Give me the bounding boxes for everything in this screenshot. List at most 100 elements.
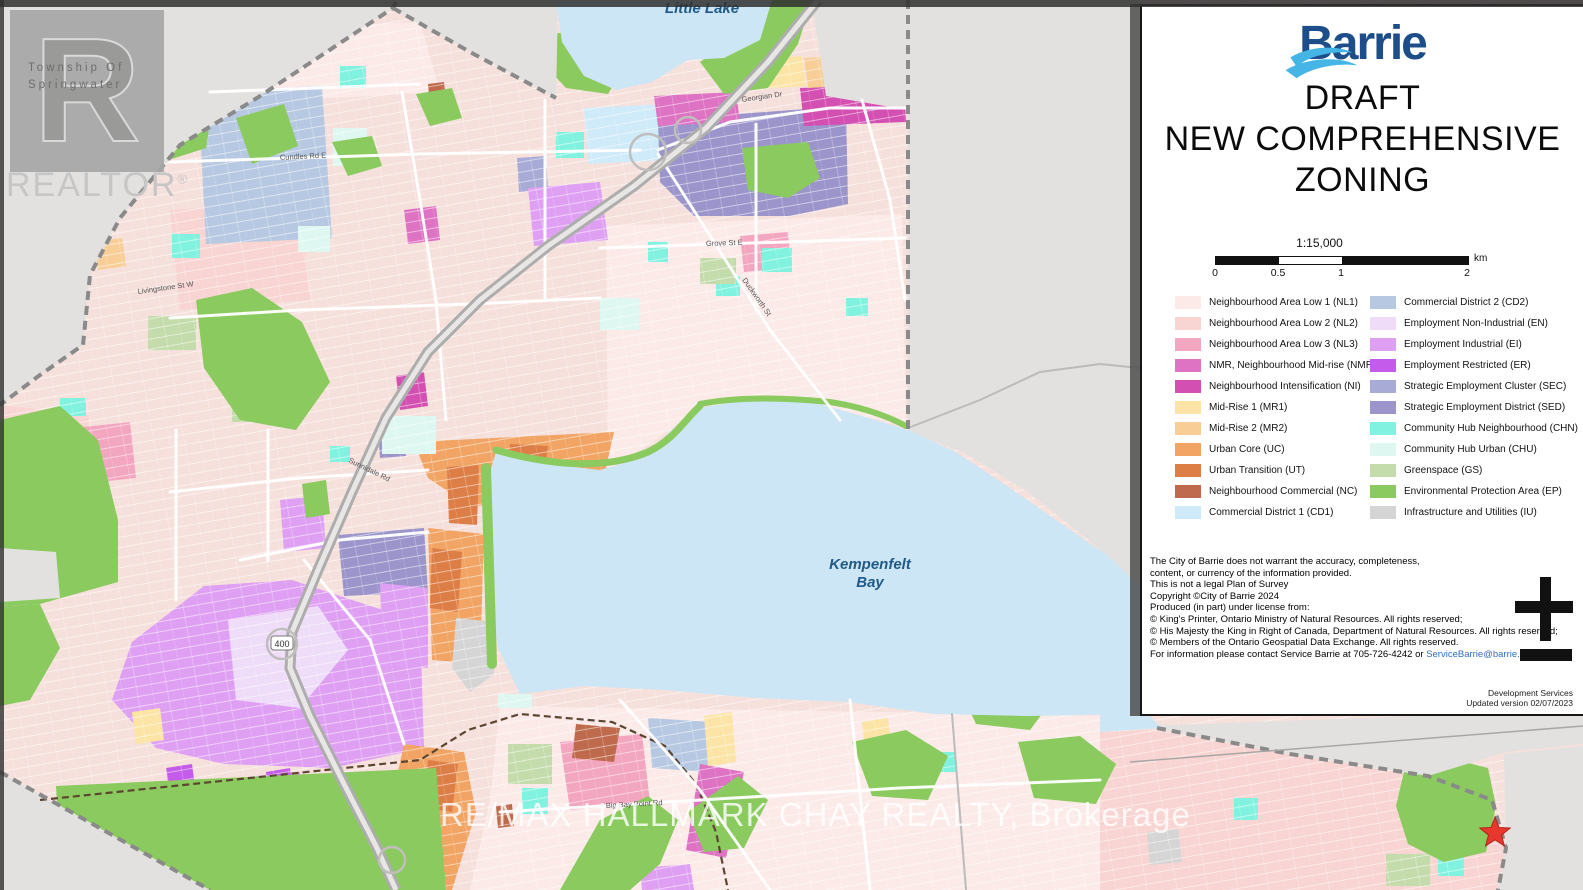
legend-swatch [1175,401,1201,414]
scale-tick: 2 [1464,267,1470,279]
legend-item: Strategic Employment Cluster (SEC) [1370,380,1578,393]
svg-text:400: 400 [274,639,289,649]
map-title-line1: DRAFT [1142,78,1583,119]
credits-line1: Development Services [1466,688,1573,698]
legend-item: Mid-Rise 1 (MR1) [1175,401,1376,414]
disclaimer-block: The City of Barrie does not warrant the … [1150,556,1558,660]
kempenfelt-bay-label-line2: Bay [790,574,950,592]
legend-item: Neighbourhood Area Low 2 (NL2) [1175,317,1376,330]
legend-item: Employment Restricted (ER) [1370,359,1578,372]
legend-swatch [1175,380,1201,393]
legend-label: Commercial District 1 (CD1) [1209,506,1333,519]
legend-swatch [1370,317,1396,330]
legend-swatch [1370,401,1396,414]
legend-label: Employment Industrial (EI) [1404,338,1522,351]
legend-label: NMR, Neighbourhood Mid-rise (NMR) [1209,359,1376,372]
legend-label: Urban Transition (UT) [1209,464,1305,477]
barrie-logo: Barrie [1142,16,1583,71]
legend-label: Greenspace (GS) [1404,464,1482,477]
legend-swatch [1175,422,1201,435]
disclaimer-line: Produced (in part) under license from: [1150,602,1558,614]
legend-label: Neighbourhood Intensification (NI) [1209,380,1361,393]
legend-label: Mid-Rise 1 (MR1) [1209,401,1287,414]
legend-swatch [1175,485,1201,498]
legend-swatch [1370,338,1396,351]
contact-text: For information please contact Service B… [1150,649,1426,660]
legend-item: Community Hub Urban (CHU) [1370,443,1578,456]
legend-label: Neighbourhood Area Low 1 (NL1) [1209,296,1358,309]
barrie-wave-icon [1283,43,1381,83]
disclaimer-line: © His Majesty the King in Right of Canad… [1150,626,1558,638]
legend-swatch [1370,506,1396,519]
disclaimer-lines: The City of Barrie does not warrant the … [1150,556,1558,649]
scale-unit: km [1474,253,1487,264]
legend-label: Employment Non-Industrial (EN) [1404,317,1548,330]
legend-item: Mid-Rise 2 (MR2) [1175,422,1376,435]
legend-panel: Barrie DRAFT NEW COMPREHENSIVE ZONING 1:… [1140,4,1583,716]
legend-label: Mid-Rise 2 (MR2) [1209,422,1287,435]
legend-item: Community Hub Neighbourhood (CHN) [1370,422,1578,435]
legend-swatch [1175,443,1201,456]
north-arrow-symbol [1515,575,1575,663]
legend-item: NMR, Neighbourhood Mid-rise (NMR) [1175,359,1376,372]
legend-column-2: Commercial District 2 (CD2) Employment N… [1370,296,1578,527]
legend-swatch [1175,338,1201,351]
svg-text:Grove St E: Grove St E [706,238,743,248]
legend-swatch [1370,443,1396,456]
legend-item: Commercial District 1 (CD1) [1175,506,1376,519]
legend-label: Strategic Employment District (SED) [1404,401,1565,414]
legend-label: Community Hub Neighbourhood (CHN) [1404,422,1578,435]
legend-item: Employment Industrial (EI) [1370,338,1578,351]
legend-swatch [1370,296,1396,309]
legend-label: Employment Restricted (ER) [1404,359,1531,372]
scale-tick: 1 [1338,267,1344,279]
legend-item: Employment Non-Industrial (EN) [1370,317,1578,330]
legend-item: Environmental Protection Area (EP) [1370,485,1578,498]
legend-swatch [1370,380,1396,393]
map-title-line3: ZONING [1142,160,1583,201]
legend-item: Neighbourhood Area Low 1 (NL1) [1175,296,1376,309]
legend-swatch [1175,506,1201,519]
legend-swatch [1370,422,1396,435]
disclaimer-line: The City of Barrie does not warrant the … [1150,556,1558,568]
legend-item: Neighbourhood Commercial (NC) [1175,485,1376,498]
legend-item: Neighbourhood Area Low 3 (NL3) [1175,338,1376,351]
legend-item: Urban Core (UC) [1175,443,1376,456]
legend-item: Commercial District 2 (CD2) [1370,296,1578,309]
disclaimer-line: © Members of the Ontario Geospatial Data… [1150,637,1558,649]
legend-item: Infrastructure and Utilities (IU) [1370,506,1578,519]
legend-swatch [1175,296,1201,309]
legend-swatch [1175,317,1201,330]
legend-swatch [1370,485,1396,498]
disclaimer-line: content, or currency of the information … [1150,568,1558,580]
credits-line2: Updated version 02/07/2023 [1466,698,1573,708]
legend-swatch [1370,464,1396,477]
north-arrow-base-bar [1520,649,1572,661]
legend-label: Commercial District 2 (CD2) [1404,296,1528,309]
legend-label: Neighbourhood Area Low 3 (NL3) [1209,338,1358,351]
kempenfelt-bay-label: Kempenfelt Bay [790,556,950,592]
legend-column-1: Neighbourhood Area Low 1 (NL1) Neighbour… [1175,296,1376,527]
legend-label: Community Hub Urban (CHU) [1404,443,1537,456]
map-title-line2: NEW COMPREHENSIVE [1142,119,1583,160]
highway-400-shield: 400 [271,636,293,650]
barrie-wordmark: Barrie [1299,16,1426,71]
legend-label: Infrastructure and Utilities (IU) [1404,506,1537,519]
legend-item: Greenspace (GS) [1370,464,1578,477]
legend-label: Environmental Protection Area (EP) [1404,485,1562,498]
scale-ratio: 1:15,000 [1142,236,1497,250]
little-lake-label: Little Lake [612,0,792,17]
map-title: DRAFT NEW COMPREHENSIVE ZONING [1142,78,1583,201]
legend-label: Urban Core (UC) [1209,443,1285,456]
scale-bar-segment [1342,257,1468,264]
legend-swatch [1175,359,1201,372]
disclaimer-line: Copyright ©City of Barrie 2024 [1150,591,1558,603]
contact-line: For information please contact Service B… [1150,649,1558,661]
credits: Development Services Updated version 02/… [1466,688,1573,708]
kempenfelt-bay-label-line1: Kempenfelt [790,556,950,574]
legend-item: Urban Transition (UT) [1175,464,1376,477]
legend-label: Neighbourhood Area Low 2 (NL2) [1209,317,1358,330]
north-arrow-horizontal-bar [1515,601,1573,613]
scale-bar-segment [1216,257,1279,264]
legend-item: Strategic Employment District (SED) [1370,401,1578,414]
